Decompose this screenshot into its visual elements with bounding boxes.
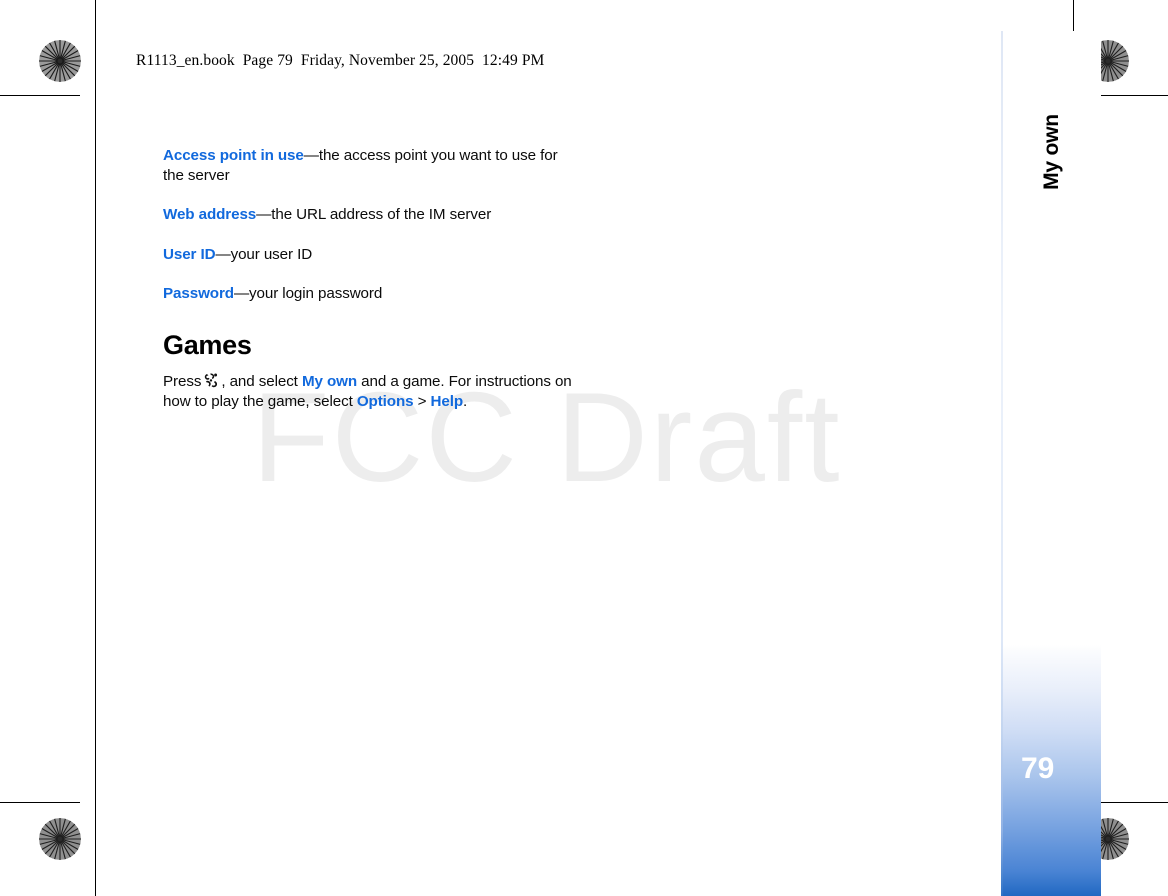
games-heading: Games — [163, 329, 252, 360]
setting-item-password: Password—your login password — [163, 284, 573, 304]
menu-path-separator: > — [417, 392, 427, 410]
star-target-top-left — [39, 40, 81, 82]
ui-label-options: Options — [356, 392, 414, 410]
setting-item-access-point: Access point in use—the access point you… — [163, 146, 573, 185]
trim-line-left-vertical — [95, 0, 96, 896]
games-section: Games Press, and select My own and a gam… — [163, 330, 573, 411]
registration-mark-mid-left — [34, 425, 78, 469]
registration-mark-bottom-left — [34, 754, 78, 798]
chapter-side-label: My own — [1002, 114, 1102, 260]
registration-mark-top-left — [34, 95, 78, 139]
setting-term: Password — [163, 285, 234, 303]
setting-item-user-id: User ID—your user ID — [163, 245, 573, 265]
setting-term: User ID — [163, 245, 216, 263]
trim-line-bottom-horizontal — [0, 802, 80, 803]
registration-mark-bottom-center — [562, 818, 606, 862]
press-label: Press — [163, 372, 202, 390]
setting-term: Web address — [163, 206, 257, 224]
ui-label-my-own: My own — [301, 372, 358, 390]
setting-item-web-address: Web address—the URL address of the IM se… — [163, 205, 573, 225]
book-header-stamp: R1113_en.book Page 79 Friday, November 2… — [136, 52, 545, 69]
sentence-period: . — [463, 392, 468, 410]
registration-mark-bottom-center-left — [96, 818, 140, 862]
setting-description: —the URL address of the IM server — [256, 206, 492, 224]
page-number: 79 — [1021, 752, 1055, 785]
chapter-side-label-text: My own — [1039, 114, 1063, 190]
games-instructions-paragraph: Press, and select My own and a game. For… — [163, 372, 573, 411]
setting-description: —your login password — [233, 285, 383, 303]
registration-mark-top-center-left — [96, 33, 140, 77]
menu-key-icon — [204, 373, 218, 388]
star-target-bottom-left — [39, 818, 81, 860]
ui-label-help: Help — [430, 392, 464, 410]
page-content: Access point in use—the access point you… — [163, 146, 573, 411]
setting-term: Access point in use — [163, 147, 304, 164]
sentence-continuation: , and select — [221, 372, 298, 390]
setting-description: —your user ID — [215, 245, 313, 263]
trim-line-top-horizontal — [0, 95, 80, 96]
